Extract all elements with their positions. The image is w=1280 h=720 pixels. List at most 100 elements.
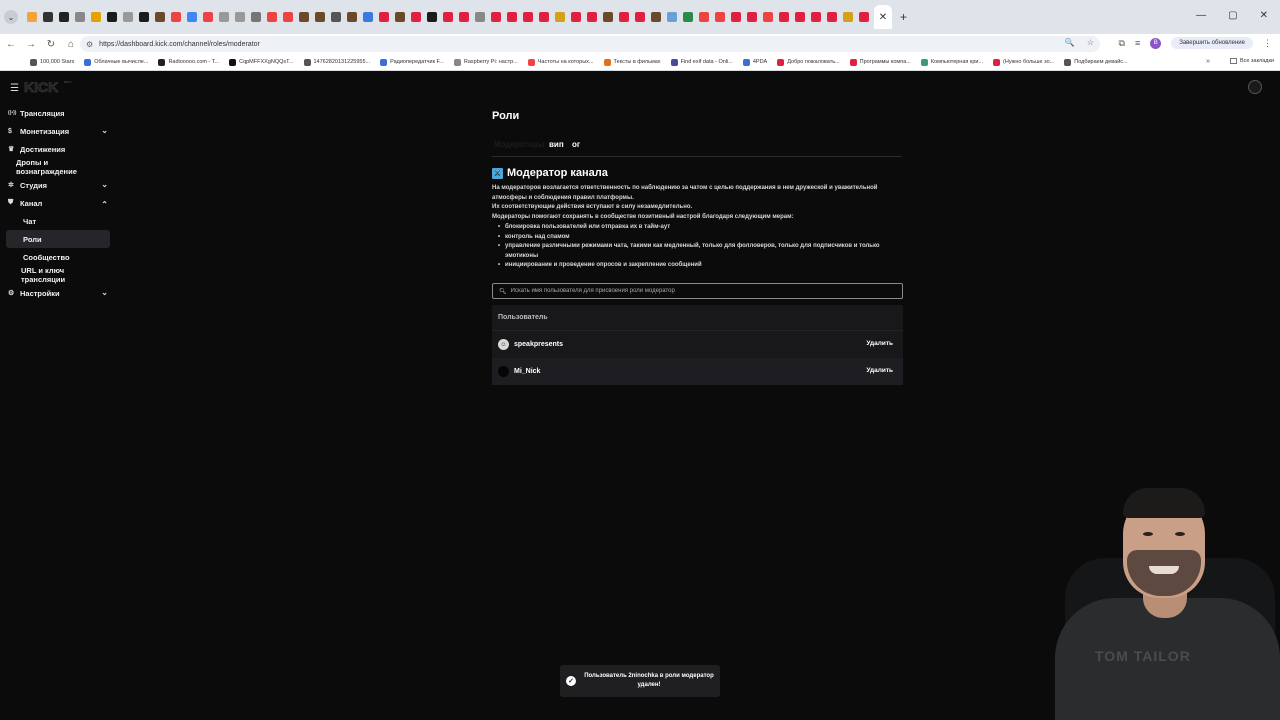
bookmark-item[interactable]: Радиопередатчик F... xyxy=(380,58,444,66)
all-bookmarks-button[interactable]: Все закладки xyxy=(1229,58,1274,64)
extensions-icon[interactable]: ⧉ xyxy=(1119,38,1125,49)
user-avatar[interactable] xyxy=(1248,80,1262,94)
username[interactable]: speakpresents xyxy=(514,341,563,348)
browser-tab[interactable] xyxy=(584,6,600,28)
browser-tab[interactable] xyxy=(728,6,744,28)
browser-tab[interactable] xyxy=(40,6,56,28)
browser-tab[interactable] xyxy=(552,6,568,28)
url-field[interactable]: ⚙ https://dashboard.kick.com/channel/rol… xyxy=(80,36,1100,52)
bookmark-item[interactable]: Облачные вычисле... xyxy=(84,58,148,66)
bookmark-item[interactable]: 14762820131225955... xyxy=(303,58,370,66)
browser-tab[interactable] xyxy=(392,6,408,28)
bookmark-item[interactable]: Добро пожаловать... xyxy=(777,58,840,66)
browser-tab[interactable] xyxy=(424,6,440,28)
maximize-icon[interactable]: ▢ xyxy=(1228,10,1237,21)
browser-tab[interactable] xyxy=(440,6,456,28)
active-tab-close-icon[interactable]: ✕ xyxy=(874,5,892,29)
update-button[interactable]: Завершить обновление xyxy=(1171,37,1253,49)
username[interactable]: Mi_Nick xyxy=(514,368,540,375)
browser-tab[interactable] xyxy=(136,6,152,28)
browser-tab[interactable] xyxy=(120,6,136,28)
minimize-icon[interactable]: — xyxy=(1196,10,1206,21)
browser-tab[interactable] xyxy=(296,6,312,28)
kebab-menu-icon[interactable]: ⋮ xyxy=(1263,38,1272,49)
reload-icon[interactable]: ↻ xyxy=(42,39,60,50)
browser-tab[interactable] xyxy=(744,6,760,28)
bookmark-item[interactable]: 100,000 Stars xyxy=(30,58,74,66)
browser-tab[interactable] xyxy=(152,6,168,28)
bookmark-item[interactable]: (Нужно больше зо... xyxy=(993,58,1054,66)
new-tab-icon[interactable]: + xyxy=(900,10,907,24)
browser-tab[interactable] xyxy=(696,6,712,28)
browser-tab[interactable] xyxy=(840,6,856,28)
sidebar-item-studio[interactable]: ✲ Студия ⌄ xyxy=(6,176,110,194)
profile-avatar[interactable]: B xyxy=(1150,37,1162,49)
sidepanel-icon[interactable]: ≡ xyxy=(1135,38,1140,48)
sidebar-item-chat[interactable]: Чат xyxy=(6,212,110,230)
bookmark-item[interactable]: Программы компа... xyxy=(849,58,911,66)
browser-tab[interactable] xyxy=(776,6,792,28)
browser-tab[interactable] xyxy=(808,6,824,28)
zoom-icon[interactable]: 🔍 xyxy=(1065,38,1075,47)
browser-tab[interactable] xyxy=(264,6,280,28)
browser-tab[interactable] xyxy=(472,6,488,28)
sidebar-item-settings[interactable]: ⚙ Настройки ⌄ xyxy=(6,284,110,302)
sidebar-item-monetization[interactable]: $ Монетизация ⌄ xyxy=(6,122,110,140)
search-input[interactable] xyxy=(510,288,891,294)
tab-vip[interactable]: вип xyxy=(549,140,564,149)
browser-tab[interactable] xyxy=(664,6,680,28)
browser-tab[interactable] xyxy=(72,6,88,28)
bookmark-item[interactable]: Radiooooo.com - T... xyxy=(158,58,219,66)
browser-tab[interactable] xyxy=(24,6,40,28)
kick-logo[interactable]: KICK xyxy=(24,79,59,96)
browser-tab[interactable] xyxy=(376,6,392,28)
browser-tab[interactable] xyxy=(104,6,120,28)
browser-tab[interactable] xyxy=(456,6,472,28)
sidebar-item-stream-key[interactable]: URL и ключ трансляции xyxy=(6,266,110,284)
browser-tab[interactable] xyxy=(56,6,72,28)
bookmark-item[interactable]: Частоты на которых... xyxy=(527,58,594,66)
bookmark-item[interactable]: Find exif data - Onli... xyxy=(670,58,733,66)
browser-tab[interactable] xyxy=(488,6,504,28)
forward-icon[interactable]: → xyxy=(22,39,40,50)
browser-tab[interactable] xyxy=(680,6,696,28)
site-info-icon[interactable]: ⚙ xyxy=(86,40,93,49)
browser-tab[interactable] xyxy=(232,6,248,28)
browser-tab[interactable] xyxy=(328,6,344,28)
hamburger-menu-icon[interactable]: ☰ xyxy=(10,83,19,94)
sidebar-item-stream[interactable]: ((•)) Трансляция xyxy=(6,104,110,122)
browser-tab[interactable] xyxy=(632,6,648,28)
browser-tab[interactable] xyxy=(408,6,424,28)
bookmark-star-icon[interactable]: ☆ xyxy=(1087,38,1094,47)
browser-tab[interactable] xyxy=(600,6,616,28)
home-icon[interactable]: ⌂ xyxy=(62,39,80,50)
browser-tab[interactable] xyxy=(200,6,216,28)
sidebar-item-community[interactable]: Сообщество xyxy=(6,248,110,266)
browser-tab[interactable] xyxy=(504,6,520,28)
browser-tab[interactable] xyxy=(616,6,632,28)
browser-tab[interactable] xyxy=(856,6,872,28)
sidebar-item-drops[interactable]: Дропы и вознаграждение xyxy=(6,158,110,176)
browser-tab[interactable] xyxy=(216,6,232,28)
browser-tab[interactable] xyxy=(712,6,728,28)
back-icon[interactable]: ← xyxy=(2,39,20,50)
sidebar-item-achievements[interactable]: ♛ Достижения xyxy=(6,140,110,158)
browser-tab[interactable] xyxy=(760,6,776,28)
browser-tab[interactable] xyxy=(344,6,360,28)
browser-tab[interactable] xyxy=(568,6,584,28)
more-bookmarks-icon[interactable]: » xyxy=(1206,58,1210,65)
sidebar-item-channel[interactable]: ⛊ Канал ⌃ xyxy=(6,194,110,212)
tab-moderators[interactable]: Модераторы xyxy=(494,140,545,149)
sidebar-item-roles[interactable]: Роли xyxy=(6,230,110,248)
bookmark-item[interactable]: Тексты в фильмах xyxy=(603,58,661,66)
browser-tab[interactable] xyxy=(88,6,104,28)
browser-tab[interactable] xyxy=(520,6,536,28)
bookmark-item[interactable]: Подбираем девайс... xyxy=(1064,58,1128,66)
browser-tab[interactable] xyxy=(312,6,328,28)
browser-tab[interactable] xyxy=(280,6,296,28)
remove-button[interactable]: Удалить xyxy=(866,367,893,374)
close-window-icon[interactable]: ✕ xyxy=(1260,10,1268,21)
browser-tab[interactable] xyxy=(184,6,200,28)
browser-tab[interactable] xyxy=(360,6,376,28)
bookmark-item[interactable]: 4PDA xyxy=(742,58,767,66)
